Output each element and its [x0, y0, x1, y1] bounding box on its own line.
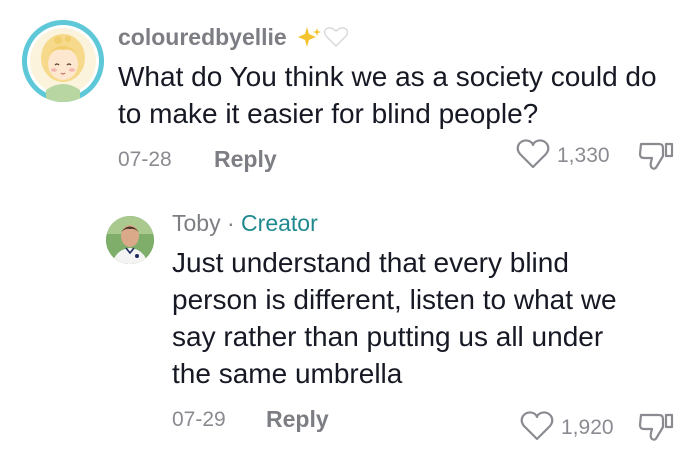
- sparkle-heart-icon: [289, 24, 349, 50]
- reply-button[interactable]: Reply: [214, 146, 277, 173]
- comment-username[interactable]: colouredbyellie: [118, 24, 349, 51]
- comment-date: 07-28: [118, 148, 172, 171]
- thumbs-down-icon: [637, 413, 677, 447]
- comment-date: 07-29: [172, 408, 226, 431]
- thumbs-down-icon: [637, 142, 677, 176]
- dislike-button[interactable]: [637, 140, 677, 177]
- comment-item: Toby · Creator Just understand that ever…: [0, 200, 700, 469]
- separator-dot: ·: [226, 210, 235, 236]
- like-button[interactable]: 1,330: [516, 138, 610, 174]
- like-button[interactable]: 1,920: [520, 410, 614, 446]
- comment-text: Just understand that every blind person …: [172, 247, 617, 389]
- creator-badge: Creator: [241, 210, 318, 236]
- avatar[interactable]: [106, 216, 154, 264]
- username-text[interactable]: colouredbyellie: [118, 24, 287, 50]
- comment-text: What do You think we as a society could …: [118, 61, 657, 129]
- heart-outline-icon: [520, 410, 554, 446]
- like-count: 1,920: [561, 416, 614, 439]
- like-count: 1,330: [557, 144, 610, 167]
- reply-button[interactable]: Reply: [266, 406, 329, 433]
- avatar[interactable]: [22, 20, 104, 102]
- comment-username[interactable]: Toby · Creator: [172, 210, 318, 237]
- comment-item: colouredbyellie What do You think we as …: [0, 0, 700, 200]
- username-text[interactable]: Toby: [172, 210, 221, 236]
- heart-outline-icon: [516, 138, 550, 174]
- dislike-button[interactable]: [637, 411, 677, 448]
